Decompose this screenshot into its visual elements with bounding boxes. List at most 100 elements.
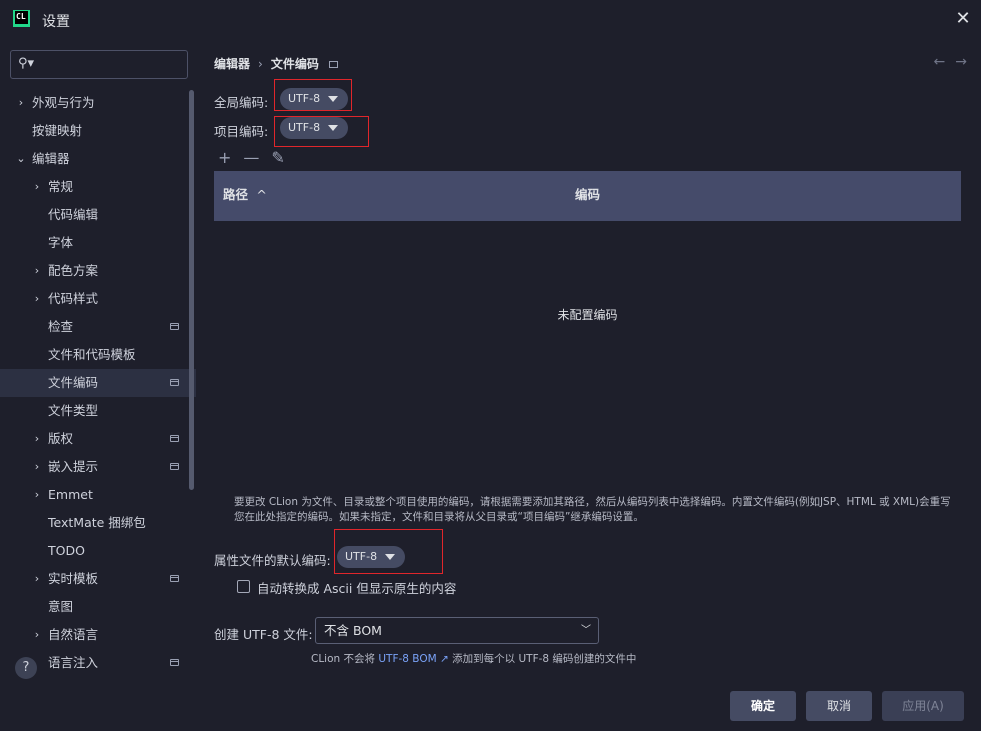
- chevron-right-icon[interactable]: ›: [30, 285, 44, 313]
- bom-hint: CLion 不会将 UTF-8 BOM ↗ 添加到每个以 UTF-8 编码创建的…: [311, 651, 636, 666]
- highlight-box: [274, 79, 352, 111]
- sidebar-item[interactable]: 代码编辑: [0, 201, 196, 229]
- pin-icon: [170, 659, 179, 666]
- ok-button[interactable]: 确定: [730, 691, 796, 721]
- bom-value: 不含 BOM: [324, 623, 382, 638]
- bom-hint-prefix: CLion 不会将: [311, 653, 379, 665]
- sidebar-item-label: 文件和代码模板: [48, 347, 136, 362]
- table-toolbar: + — ✎: [218, 148, 297, 167]
- properties-encoding-label: 属性文件的默认编码:: [214, 553, 331, 568]
- sidebar-item-label: 自然语言: [48, 627, 99, 642]
- chevron-right-icon[interactable]: ›: [30, 257, 44, 285]
- chevron-right-icon[interactable]: ›: [30, 173, 44, 201]
- pin-icon: [170, 379, 179, 386]
- sidebar-item-label: 版权: [48, 431, 74, 446]
- chevron-down-icon: ﹀: [581, 625, 591, 636]
- sidebar-item[interactable]: › 配色方案: [0, 257, 196, 285]
- sidebar-item-label: 语言注入: [48, 655, 99, 670]
- help-icon[interactable]: ?: [15, 657, 37, 679]
- sidebar-item-label: 外观与行为: [32, 95, 95, 110]
- sidebar-item-label: 常规: [48, 179, 74, 194]
- sidebar-item[interactable]: ⌄ 编辑器: [0, 145, 196, 173]
- sidebar-item[interactable]: › 实时模板: [0, 565, 196, 593]
- encoding-table: 路径 ^ 编码 未配置编码: [214, 171, 961, 501]
- window-title: 设置: [42, 14, 70, 30]
- sidebar-item[interactable]: › Emmet: [0, 481, 196, 509]
- highlight-box: [274, 116, 369, 147]
- sidebar-item[interactable]: 检查: [0, 313, 196, 341]
- chevron-right-icon[interactable]: ›: [30, 481, 44, 509]
- sidebar-item-label: 嵌入提示: [48, 459, 99, 474]
- pin-icon: [170, 435, 179, 442]
- chevron-right-icon[interactable]: ›: [30, 425, 44, 453]
- sidebar-scrollbar[interactable]: [189, 90, 194, 490]
- title-bar: CL 设置 ✕: [0, 0, 981, 38]
- sidebar-item-label: 检查: [48, 319, 74, 334]
- sidebar-item-label: 意图: [48, 599, 74, 614]
- encoding-help-note: 要更改 CLion 为文件、目录或整个项目使用的编码，请根据需要添加其路径，然后…: [234, 496, 951, 523]
- transparent-ascii-label[interactable]: 自动转换成 Ascii 但显示原生的内容: [257, 578, 456, 597]
- pin-icon: [170, 323, 179, 330]
- empty-table-text: 未配置编码: [557, 308, 618, 322]
- sort-ascending-icon: ^: [256, 187, 267, 202]
- sidebar-item[interactable]: 文件和代码模板: [0, 341, 196, 369]
- sidebar-item-label: 编辑器: [32, 151, 70, 166]
- main-panel: 编辑器 › 文件编码 ← → 全局编码: UTF-8 项目编码: UTF-8 + — ✎ …: [196, 38, 981, 731]
- pin-icon: [170, 463, 179, 470]
- sidebar-item[interactable]: 文件类型: [0, 397, 196, 425]
- utf8-bom-link[interactable]: UTF-8 BOM ↗: [378, 653, 448, 665]
- remove-icon[interactable]: —: [243, 148, 259, 167]
- column-header-encoding[interactable]: 编码: [575, 171, 600, 221]
- highlight-box: [334, 529, 443, 574]
- table-header: 路径 ^ 编码: [214, 171, 961, 221]
- sidebar-item[interactable]: › 常规: [0, 173, 196, 201]
- column-header-path-label: 路径: [223, 187, 249, 202]
- sidebar-item-label: 字体: [48, 235, 74, 250]
- sidebar-item[interactable]: › 自然语言: [0, 621, 196, 649]
- apply-button[interactable]: 应用(A): [882, 691, 964, 721]
- chevron-right-icon[interactable]: ›: [30, 453, 44, 481]
- back-arrow-icon[interactable]: ←: [934, 54, 946, 70]
- sidebar-item[interactable]: 字体: [0, 229, 196, 257]
- breadcrumb-separator: ›: [258, 57, 263, 71]
- sidebar-item[interactable]: 文件编码: [0, 369, 196, 397]
- sidebar-item-label: 代码编辑: [48, 207, 99, 222]
- chevron-right-icon[interactable]: ›: [14, 89, 28, 117]
- pin-icon: [170, 575, 179, 582]
- bom-select[interactable]: 不含 BOM ﹀: [315, 617, 599, 644]
- project-encoding-label: 项目编码:: [214, 124, 269, 139]
- cancel-button[interactable]: 取消: [806, 691, 872, 721]
- chevron-right-icon[interactable]: ›: [30, 621, 44, 649]
- clion-logo-icon: CL: [13, 10, 30, 27]
- search-input[interactable]: ⚲▾: [10, 50, 188, 79]
- sidebar-item-label: Emmet: [48, 487, 93, 502]
- sidebar-item[interactable]: 按键映射: [0, 117, 196, 145]
- sidebar-item[interactable]: TODO: [0, 537, 196, 565]
- chevron-right-icon[interactable]: ›: [30, 565, 44, 593]
- sidebar-item[interactable]: 意图: [0, 593, 196, 621]
- pin-icon: [328, 61, 338, 68]
- sidebar-item[interactable]: TextMate 捆绑包: [0, 509, 196, 537]
- nav-arrows: ← →: [924, 54, 967, 70]
- sidebar-item-label: 文件类型: [48, 403, 99, 418]
- chevron-down-icon[interactable]: ⌄: [14, 145, 28, 173]
- sidebar-item[interactable]: › 嵌入提示: [0, 453, 196, 481]
- sidebar-item-label: TextMate 捆绑包: [48, 515, 146, 530]
- transparent-ascii-checkbox[interactable]: [237, 580, 250, 593]
- sidebar-item[interactable]: › 外观与行为: [0, 89, 196, 117]
- add-icon[interactable]: +: [218, 148, 231, 167]
- sidebar-item-label: 代码样式: [48, 291, 99, 306]
- breadcrumb-parent[interactable]: 编辑器: [214, 57, 250, 71]
- sidebar-item[interactable]: › 版权: [0, 425, 196, 453]
- sidebar-item[interactable]: › 代码样式: [0, 285, 196, 313]
- sidebar-item-label: 按键映射: [32, 123, 83, 138]
- bom-label: 创建 UTF-8 文件:: [214, 627, 313, 642]
- search-icon: ⚲▾: [18, 56, 35, 71]
- sidebar-item-label: 实时模板: [48, 571, 99, 586]
- bom-hint-suffix: 添加到每个以 UTF-8 编码创建的文件中: [448, 653, 637, 665]
- edit-icon[interactable]: ✎: [271, 148, 284, 167]
- column-header-path[interactable]: 路径 ^: [223, 171, 267, 221]
- breadcrumb-current: 文件编码: [270, 57, 319, 71]
- close-icon[interactable]: ✕: [952, 8, 974, 30]
- forward-arrow-icon[interactable]: →: [955, 54, 967, 70]
